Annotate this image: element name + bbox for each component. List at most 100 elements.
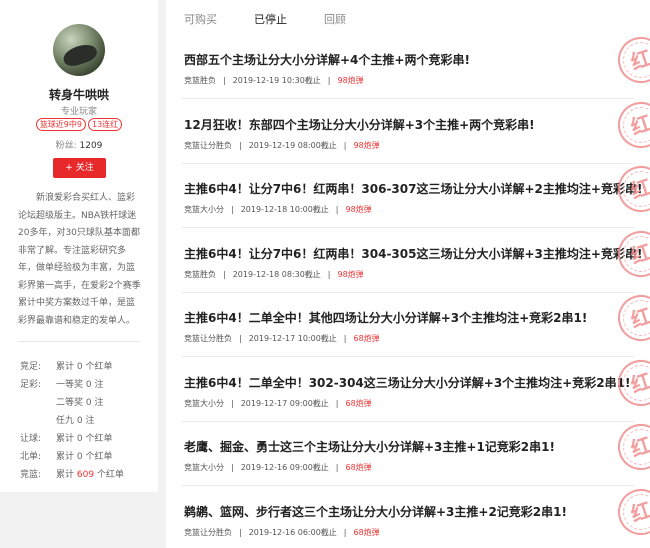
profile-sidebar: 转身牛哄哄 专业玩家 篮球近9中9 13连红 粉丝: 1209 + 关注 新浪爱… bbox=[0, 0, 158, 492]
stat-label: 竞篮: bbox=[20, 470, 42, 480]
article-category: 竞篮胜负 bbox=[184, 269, 216, 279]
article-category: 竞篮大小分 bbox=[184, 398, 224, 408]
stat-row: 让球: 累计 0 个红单 bbox=[20, 430, 150, 448]
tab-bar: 可购买 已停止 回顾 bbox=[166, 0, 650, 35]
article-price: 98炮弹 bbox=[353, 140, 380, 150]
meta-divider: | bbox=[239, 140, 242, 150]
stat-label: 北单: bbox=[20, 452, 42, 462]
article-meta: 竞篮让分胜负 | 2019-12-19 08:00截止 | 98炮弹 bbox=[184, 140, 387, 151]
user-bio: 新浪爱彩合买红人、篮彩论坛超级版主。NBA铁杆球迷20多年，对30只球队基本面都… bbox=[18, 193, 141, 326]
article-deadline: 2019-12-19 10:30截止 bbox=[232, 76, 321, 85]
red-stamp-icon: 红 bbox=[612, 160, 650, 218]
tag-basketball-record: 篮球近9中9 bbox=[35, 118, 86, 131]
article-meta: 竞篮胜负 | 2019-12-18 08:30截止 | 98炮弹 bbox=[184, 269, 371, 280]
meta-divider: | bbox=[335, 205, 339, 214]
red-stamp-icon: 红 bbox=[612, 418, 650, 476]
meta-divider: | bbox=[223, 269, 226, 279]
user-name: 转身牛哄哄 bbox=[48, 88, 109, 102]
article-deadline: 2019-12-16 06:00截止 bbox=[248, 527, 337, 537]
tab-available[interactable]: 可购买 bbox=[184, 11, 217, 27]
article-price: 98炮弹 bbox=[337, 269, 364, 279]
article-meta: 竞篮大小分 | 2019-12-17 09:00截止 | 68炮弹 bbox=[184, 398, 379, 409]
tab-stopped[interactable]: 已停止 bbox=[254, 11, 287, 27]
article-deadline: 2019-12-17 09:00截止 bbox=[240, 398, 329, 408]
meta-divider: | bbox=[327, 76, 331, 85]
article-deadline: 2019-12-17 10:00截止 bbox=[248, 334, 337, 343]
avatar[interactable] bbox=[53, 24, 105, 76]
meta-divider: | bbox=[343, 140, 347, 150]
article-title[interactable]: 老鹰、掘金、勇士这三个主场让分大小分详解+3主推+1记竞彩2串1! bbox=[184, 438, 555, 455]
fans-count: 粉丝: 1209 bbox=[0, 138, 158, 151]
meta-divider: | bbox=[327, 269, 331, 279]
article-price: 68炮弹 bbox=[353, 527, 380, 537]
tab-review[interactable]: 回顾 bbox=[324, 11, 346, 27]
article-title[interactable]: 主推6中4！让分7中6！红两串！304-305这三场让分大小详解+3主推均注+竞… bbox=[184, 245, 642, 262]
article-category: 竞篮让分胜负 bbox=[184, 334, 232, 343]
meta-divider: | bbox=[231, 398, 234, 408]
fans-label: 粉丝: bbox=[55, 141, 77, 151]
article-category: 竞篮大小分 bbox=[184, 205, 224, 214]
stat-row: 北单: 累计 0 个红单 bbox=[20, 448, 150, 466]
stat-label: 足彩: bbox=[20, 380, 42, 390]
article-meta: 竞篮胜负 | 2019-12-19 10:30截止 | 98炮弹 bbox=[184, 75, 371, 86]
stat-row: 竞足: 累计 0 个红单 bbox=[20, 358, 150, 376]
article-deadline: 2019-12-19 08:00截止 bbox=[248, 140, 337, 150]
user-tags: 篮球近9中9 13连红 bbox=[0, 118, 158, 131]
stat-value: 累计 0 个红单 bbox=[56, 434, 113, 444]
article-category: 竞篮让分胜负 bbox=[184, 527, 232, 537]
meta-divider: | bbox=[335, 463, 339, 472]
article-title[interactable]: 12月狂收！东部四个主场让分大小分详解+3个主推+两个竞彩串! bbox=[184, 116, 535, 133]
article-title[interactable]: 西部五个主场让分大小分详解+4个主推+两个竞彩串! bbox=[184, 51, 470, 68]
fans-value: 1209 bbox=[79, 141, 103, 151]
red-stamp-icon: 红 bbox=[612, 353, 650, 412]
article-title[interactable]: 鹈鹕、篮网、步行者这三个主场让分大小分详解+3主推+2记竞彩2串1! bbox=[184, 503, 567, 520]
article-list: 西部五个主场让分大小分详解+4个主推+两个竞彩串! 竞篮胜负 | 2019-12-19… bbox=[166, 35, 650, 548]
meta-divider: | bbox=[343, 527, 347, 537]
article-title[interactable]: 主推6中4！二单全中！302-304这三场让分大小分详解+3个主推均注+竞彩2串… bbox=[184, 374, 630, 391]
stat-row: 足彩: 一等奖 0 注 bbox=[20, 376, 150, 394]
red-stamp-icon: 红 bbox=[612, 95, 650, 154]
article-item[interactable]: 西部五个主场让分大小分详解+4个主推+两个竞彩串! 竞篮胜负 | 2019-12-19… bbox=[166, 35, 650, 99]
article-price: 98炮弹 bbox=[337, 76, 364, 85]
article-price: 68炮弹 bbox=[345, 398, 372, 408]
stats-list: 竞足: 累计 0 个红单足彩: 一等奖 0 注二等奖 0 注任九 0 注让球: 累计 … bbox=[20, 358, 150, 484]
tag-win-streak: 13连红 bbox=[88, 118, 123, 131]
article-deadline: 2019-12-18 10:00截止 bbox=[240, 205, 329, 214]
article-deadline: 2019-12-18 08:30截止 bbox=[232, 269, 321, 279]
stat-row: 二等奖 0 注 bbox=[20, 394, 150, 412]
article-title[interactable]: 主推6中4！让分7中6！红两串！306-307这三场让分大小详解+2主推均注+竞… bbox=[184, 180, 642, 197]
article-item[interactable]: 主推6中4！让分7中6！红两串！306-307这三场让分大小详解+2主推均注+竞… bbox=[166, 160, 650, 228]
red-stamp-icon: 红 bbox=[612, 35, 650, 89]
user-title: 专业玩家 bbox=[60, 107, 97, 117]
stat-label: 让球: bbox=[20, 434, 42, 444]
meta-divider: | bbox=[239, 527, 242, 537]
red-stamp-icon: 红 bbox=[612, 224, 650, 283]
article-price: 98炮弹 bbox=[345, 205, 372, 214]
article-meta: 竞篮让分胜负 | 2019-12-17 10:00截止 | 68炮弹 bbox=[184, 333, 387, 344]
red-stamp-icon: 红 bbox=[612, 289, 650, 347]
article-meta: 竞篮大小分 | 2019-12-16 09:00截止 | 68炮弹 bbox=[184, 462, 379, 473]
article-item[interactable]: 主推6中4！让分7中6！红两串！304-305这三场让分大小详解+3主推均注+竞… bbox=[166, 224, 650, 293]
article-item[interactable]: 鹈鹕、篮网、步行者这三个主场让分大小分详解+3主推+2记竞彩2串1! 竞篮让分胜负… bbox=[166, 482, 650, 548]
meta-divider: | bbox=[343, 334, 347, 343]
article-item[interactable]: 老鹰、掘金、勇士这三个主场让分大小分详解+3主推+1记竞彩2串1! 竞篮大小分 | 2… bbox=[166, 418, 650, 486]
article-title[interactable]: 主推6中4！二单全中！其他四场让分大小分详解+3个主推均注+竞彩2串1! bbox=[184, 309, 587, 326]
article-item[interactable]: 12月狂收！东部四个主场让分大小分详解+3个主推+两个竞彩串! 竞篮让分胜负 | 20… bbox=[166, 95, 650, 164]
meta-divider: | bbox=[231, 205, 234, 214]
meta-divider: | bbox=[223, 76, 226, 85]
meta-divider: | bbox=[335, 398, 339, 408]
red-stamp-icon: 红 bbox=[612, 482, 650, 541]
article-meta: 竞篮让分胜负 | 2019-12-16 06:00截止 | 68炮弹 bbox=[184, 527, 387, 538]
follow-button[interactable]: + 关注 bbox=[53, 158, 106, 178]
meta-divider: | bbox=[231, 463, 234, 472]
stat-row: 竞篮: 累计 609 个红单 bbox=[20, 466, 150, 484]
stat-row: 任九 0 注 bbox=[20, 412, 150, 430]
meta-divider: | bbox=[239, 334, 242, 343]
article-category: 竞篮胜负 bbox=[184, 76, 216, 85]
article-item[interactable]: 主推6中4！二单全中！其他四场让分大小分详解+3个主推均注+竞彩2串1! 竞篮让分… bbox=[166, 289, 650, 357]
stat-value: 一等奖 0 注 bbox=[56, 380, 104, 390]
article-item[interactable]: 主推6中4！二单全中！302-304这三场让分大小分详解+3个主推均注+竞彩2串… bbox=[166, 353, 650, 422]
article-deadline: 2019-12-16 09:00截止 bbox=[240, 463, 329, 472]
divider bbox=[18, 341, 140, 342]
stat-value: 二等奖 0 注 bbox=[56, 398, 104, 408]
